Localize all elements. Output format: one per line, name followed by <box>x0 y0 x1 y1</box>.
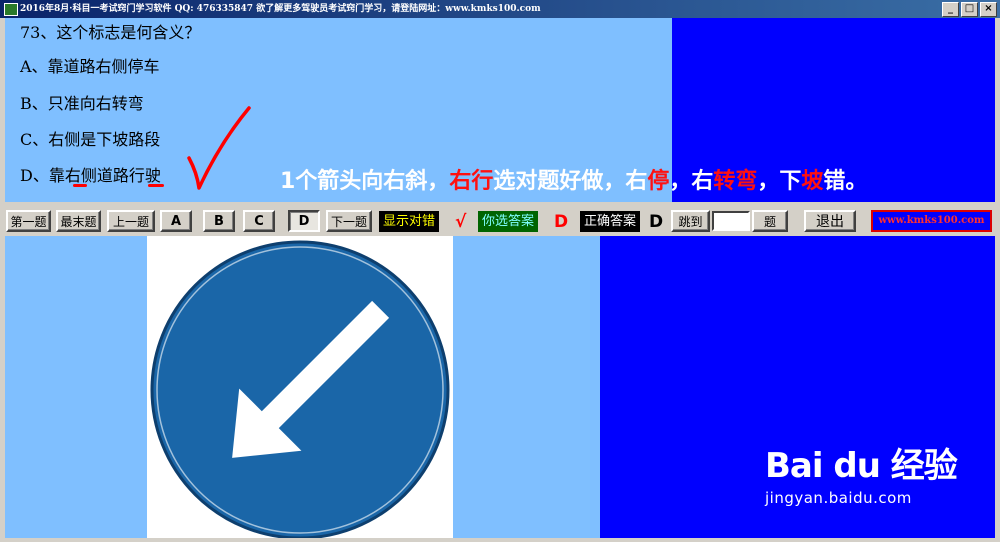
toolbar: 第一题 最末题 上一题 A B C D 下一题 显示对错 √ 你选答案 D 正确… <box>0 202 1000 236</box>
bottom-middle-panel <box>453 236 600 538</box>
prev-question-button[interactable]: 上一题 <box>107 210 155 232</box>
answer-d-button[interactable]: D <box>288 210 320 232</box>
hint-part: ，下 <box>757 169 802 194</box>
hint-part: 右行 <box>449 169 494 194</box>
underline-xing-mark <box>148 184 164 187</box>
bottom-left-panel <box>5 236 147 538</box>
correct-answer-label: 正确答案 <box>580 211 641 232</box>
your-answer-label: 你选答案 <box>478 211 539 232</box>
sign-image-area <box>147 236 453 540</box>
answer-b-button[interactable]: B <box>203 210 235 232</box>
close-button[interactable]: × <box>980 2 997 17</box>
window-controls: _ □ × <box>942 2 997 17</box>
hint-part: 1个箭头向右斜， <box>280 169 450 194</box>
jump-suffix-button[interactable]: 题 <box>752 210 788 232</box>
keep-right-sign-icon <box>150 240 450 540</box>
app-icon <box>4 3 18 16</box>
watermark-url: jingyan.baidu.com <box>765 489 912 507</box>
hint-part: 错。 <box>823 169 868 194</box>
answer-c-button[interactable]: C <box>243 210 275 232</box>
option-b: B、只准向右转弯 <box>20 94 144 113</box>
first-question-button[interactable]: 第一题 <box>6 210 51 232</box>
hint-part: ，右 <box>669 169 714 194</box>
next-question-button[interactable]: 下一题 <box>326 210 372 232</box>
correct-check-icon: √ <box>455 212 467 232</box>
mnemonic-hint: 1个箭头向右斜，右行选对题好做，右停，右转弯，下坡错。 <box>280 163 867 195</box>
correct-answer-value: D <box>649 212 664 232</box>
last-question-button[interactable]: 最末题 <box>56 210 101 232</box>
check-mark-icon <box>187 106 251 190</box>
option-c: C、右侧是下坡路段 <box>20 130 161 149</box>
site-link[interactable]: www.kmks100.com <box>871 210 992 232</box>
option-d: D、靠右侧道路行驶 <box>20 166 161 185</box>
underline-you-mark <box>73 184 87 187</box>
answer-a-button[interactable]: A <box>160 210 192 232</box>
exit-button[interactable]: 退出 <box>804 210 856 232</box>
your-answer-value: D <box>554 212 569 232</box>
hint-part: 转弯 <box>713 169 758 194</box>
minimize-button[interactable]: _ <box>942 2 959 17</box>
hint-part: 停 <box>647 169 670 194</box>
hint-part: 选对题好做，右 <box>493 169 648 194</box>
hint-part: 坡 <box>801 169 824 194</box>
maximize-button[interactable]: □ <box>961 2 978 17</box>
question-text: 73、这个标志是何含义？ <box>20 23 201 42</box>
title-bar: 2016年8月·科目一考试窍门学习软件 QQ: 476335847 欲了解更多驾… <box>0 0 1000 18</box>
show-correct-label: 显示对错 <box>379 211 440 232</box>
jump-button[interactable]: 跳到 <box>671 210 710 232</box>
window-title: 2016年8月·科目一考试窍门学习软件 QQ: 476335847 欲了解更多驾… <box>20 4 541 14</box>
baidu-logo: Bai du 经验 <box>765 446 958 486</box>
option-a: A、靠道路右侧停车 <box>20 57 160 76</box>
baidu-watermark: Bai du 经验 jingyan.baidu.com <box>765 438 958 507</box>
jump-question-input[interactable] <box>712 211 750 231</box>
